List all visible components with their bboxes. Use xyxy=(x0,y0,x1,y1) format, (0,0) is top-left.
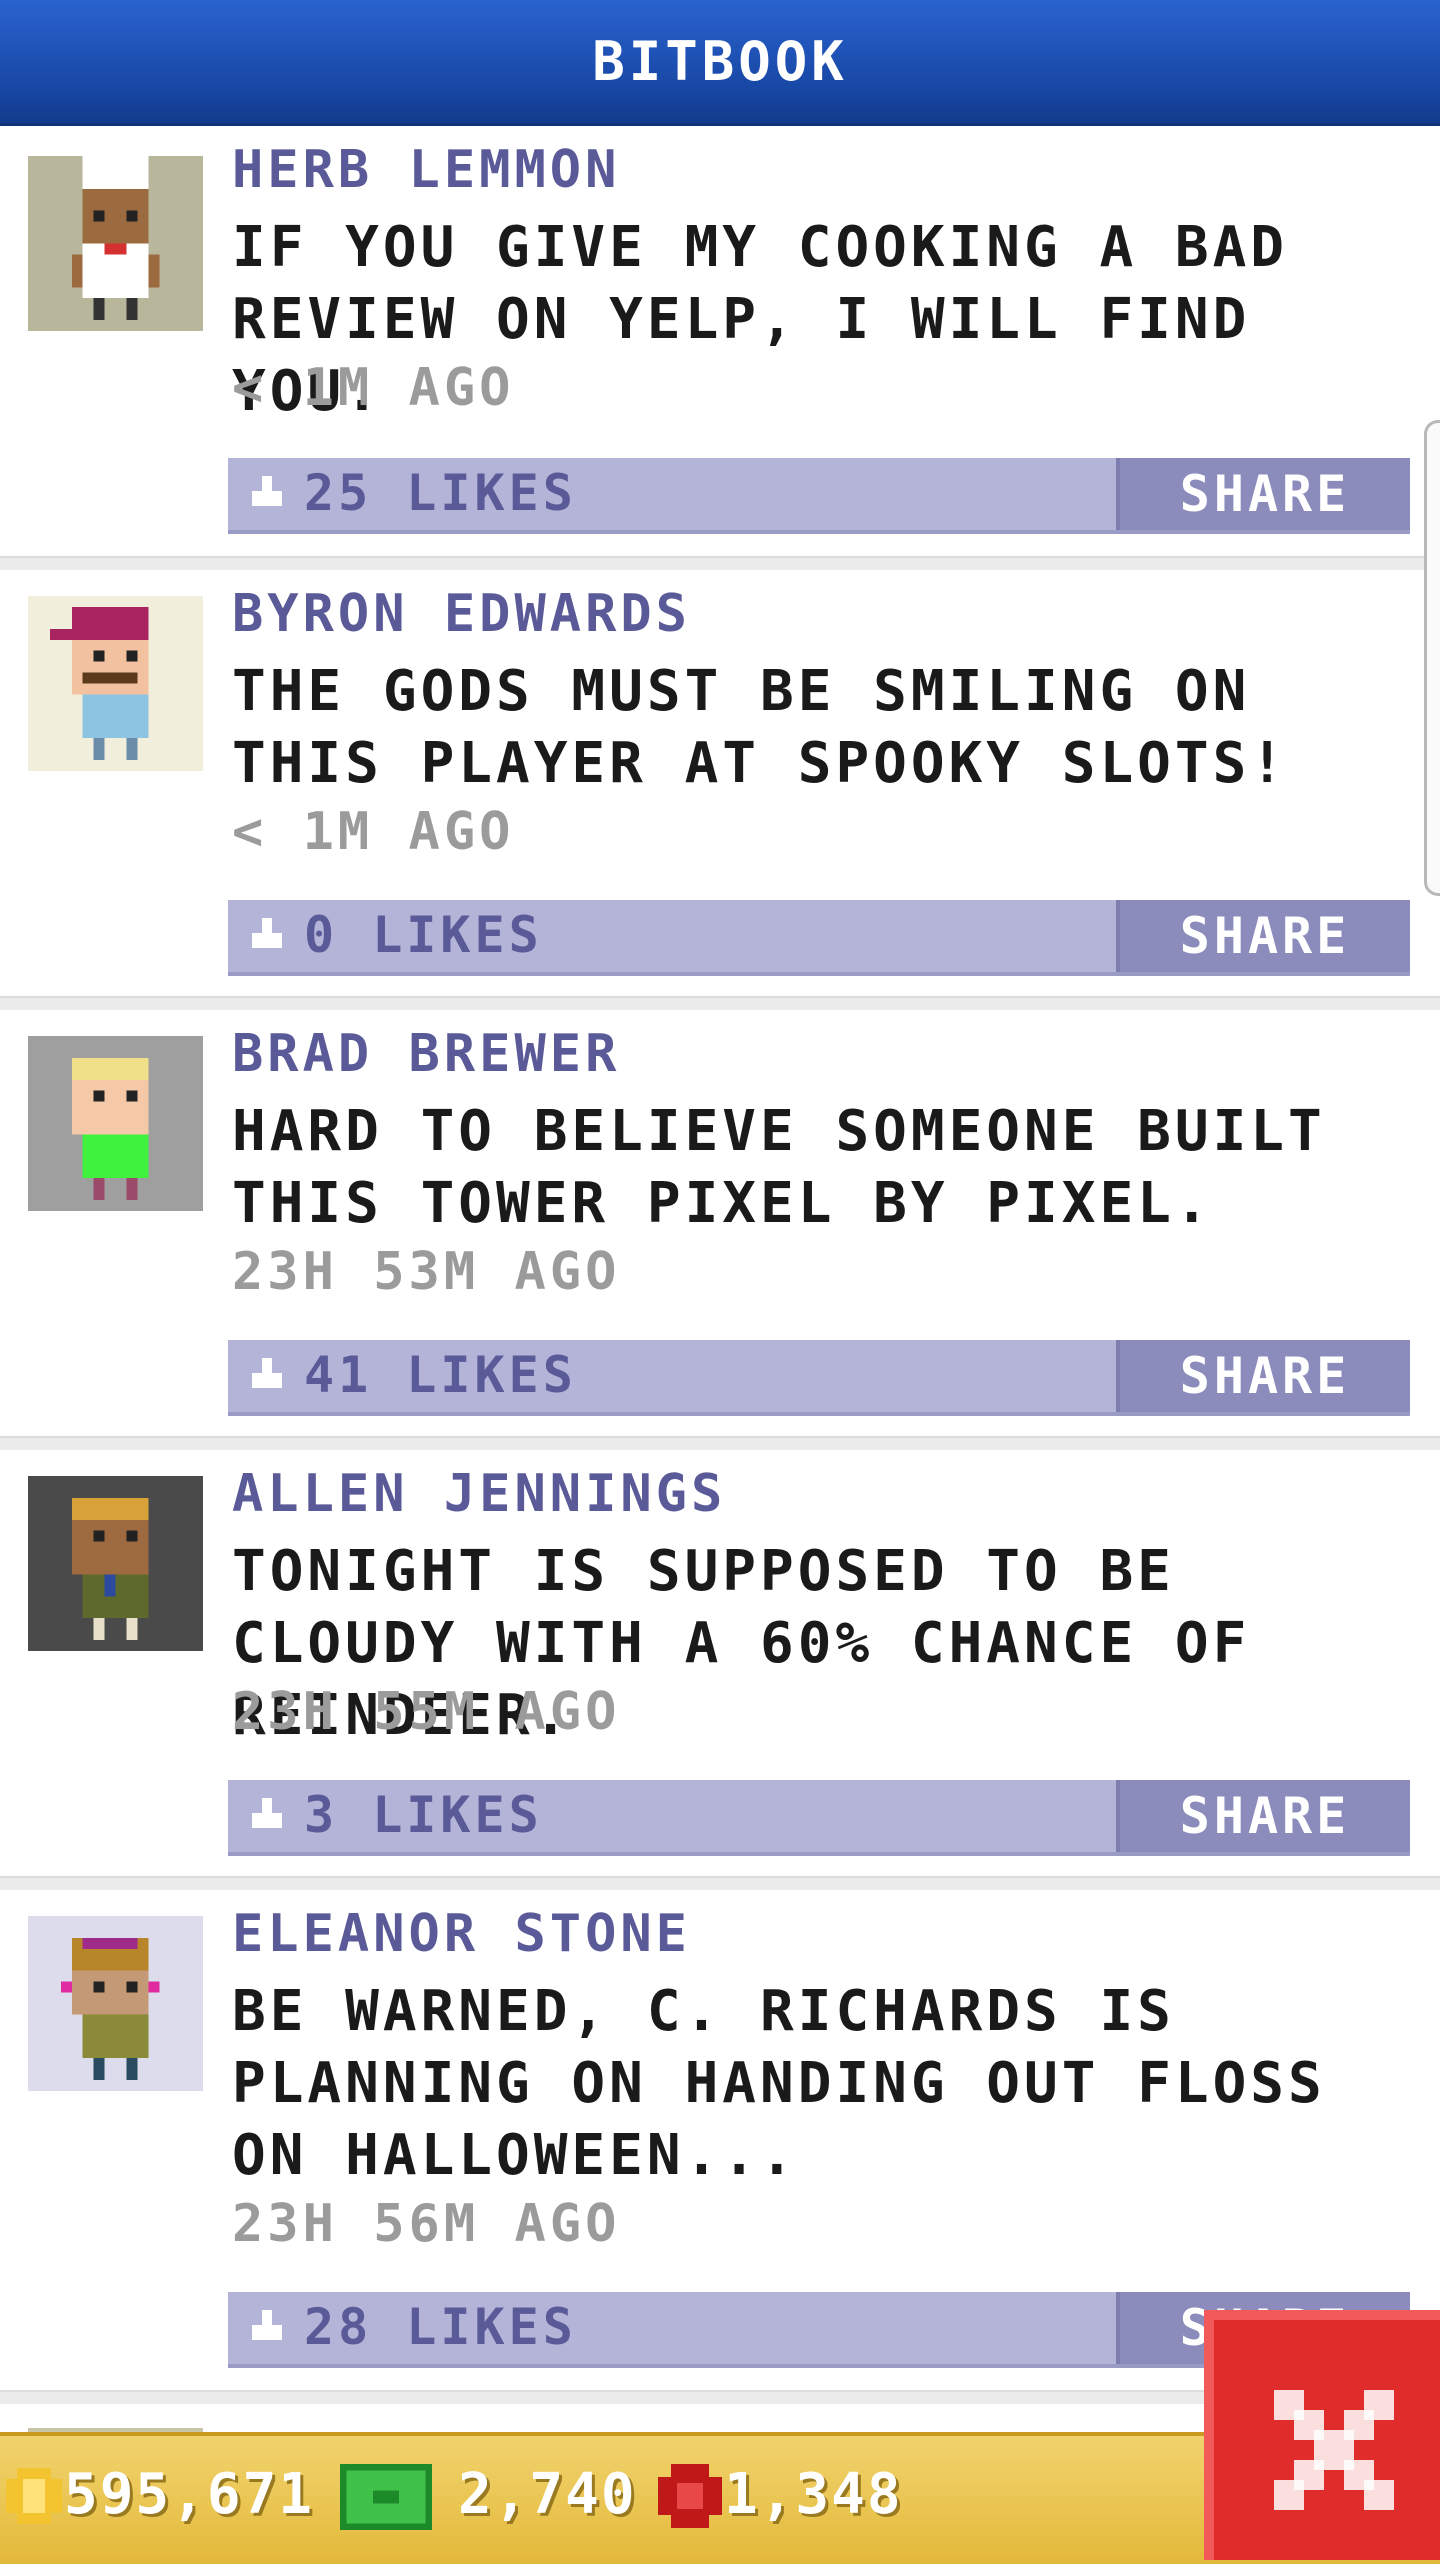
cap-avatar-icon[interactable] xyxy=(28,596,203,771)
divider xyxy=(0,556,1440,570)
coins-count: 595,671 xyxy=(64,2462,315,2527)
likes-count: 41 LIKES xyxy=(304,1346,577,1404)
share-button[interactable]: SHARE xyxy=(1116,458,1410,530)
like-icon[interactable] xyxy=(242,2300,292,2350)
close-button[interactable] xyxy=(1204,2310,1440,2560)
page-title: BITBOOK xyxy=(592,30,848,93)
gem-icon xyxy=(658,2464,722,2528)
bux-count: 2,740 xyxy=(458,2462,637,2527)
post-time: 23H 56M AGO xyxy=(232,2194,621,2254)
post-card: BRAD BREWER HARD TO BELIEVE SOMEONE BUIL… xyxy=(0,1010,1440,1434)
coin-icon xyxy=(6,2468,62,2524)
divider xyxy=(0,1436,1440,1450)
close-icon xyxy=(1274,2390,1394,2510)
likes-count: 3 LIKES xyxy=(304,1786,543,1844)
like-icon[interactable] xyxy=(242,466,292,516)
divider xyxy=(0,996,1440,1010)
post-time: < 1M AGO xyxy=(232,358,515,418)
like-bar: 0 LIKES SHARE xyxy=(228,900,1410,976)
post-author[interactable]: ELEANOR STONE xyxy=(232,1904,691,1964)
share-button[interactable]: SHARE xyxy=(1116,1780,1410,1852)
post-card: ALLEN JENNINGS TONIGHT IS SUPPOSED TO BE… xyxy=(0,1450,1440,1874)
like-icon[interactable] xyxy=(242,908,292,958)
like-icon[interactable] xyxy=(242,1348,292,1398)
post-time: < 1M AGO xyxy=(232,802,515,862)
chef-avatar-icon[interactable] xyxy=(28,156,203,331)
like-bar: 25 LIKES SHARE xyxy=(228,458,1410,534)
likes-count: 28 LIKES xyxy=(304,2298,577,2356)
post-author[interactable]: ALLEN JENNINGS xyxy=(232,1464,726,1524)
blond-avatar-icon[interactable] xyxy=(28,1036,203,1211)
like-bar: 3 LIKES SHARE xyxy=(228,1780,1410,1856)
like-bar: 41 LIKES SHARE xyxy=(228,1340,1410,1416)
share-button[interactable]: SHARE xyxy=(1116,1340,1410,1412)
post-message: HARD TO BELIEVE SOMEONE BUILT THIS TOWER… xyxy=(232,1099,1326,1236)
scroll-indicator[interactable] xyxy=(1424,420,1440,896)
post-author[interactable]: BYRON EDWARDS xyxy=(232,584,691,644)
gems-count: 1,348 xyxy=(724,2462,903,2527)
post-message: BE WARNED, C. RICHARDS IS PLANNING ON HA… xyxy=(232,1979,1326,2188)
post-time: 23H 55M AGO xyxy=(232,1682,621,1742)
woman-avatar-icon[interactable] xyxy=(28,1916,203,2091)
likes-count: 25 LIKES xyxy=(304,464,577,522)
post-author[interactable]: BRAD BREWER xyxy=(232,1024,620,1084)
divider xyxy=(0,1876,1440,1890)
likes-count: 0 LIKES xyxy=(304,906,543,964)
like-icon[interactable] xyxy=(242,1788,292,1838)
bux-icon xyxy=(340,2464,432,2530)
post-author[interactable]: HERB LEMMON xyxy=(232,140,620,200)
post-message: THE GODS MUST BE SMILING ON THIS PLAYER … xyxy=(232,659,1289,796)
share-button[interactable]: SHARE xyxy=(1116,900,1410,972)
post-time: 23H 53M AGO xyxy=(232,1242,621,1302)
post-card: HERB LEMMON IF YOU GIVE MY COOKING A BAD… xyxy=(0,126,1440,556)
soldier-avatar-icon[interactable] xyxy=(28,1476,203,1651)
post-card: BYRON EDWARDS THE GODS MUST BE SMILING O… xyxy=(0,570,1440,994)
app-header: BITBOOK xyxy=(0,0,1440,127)
